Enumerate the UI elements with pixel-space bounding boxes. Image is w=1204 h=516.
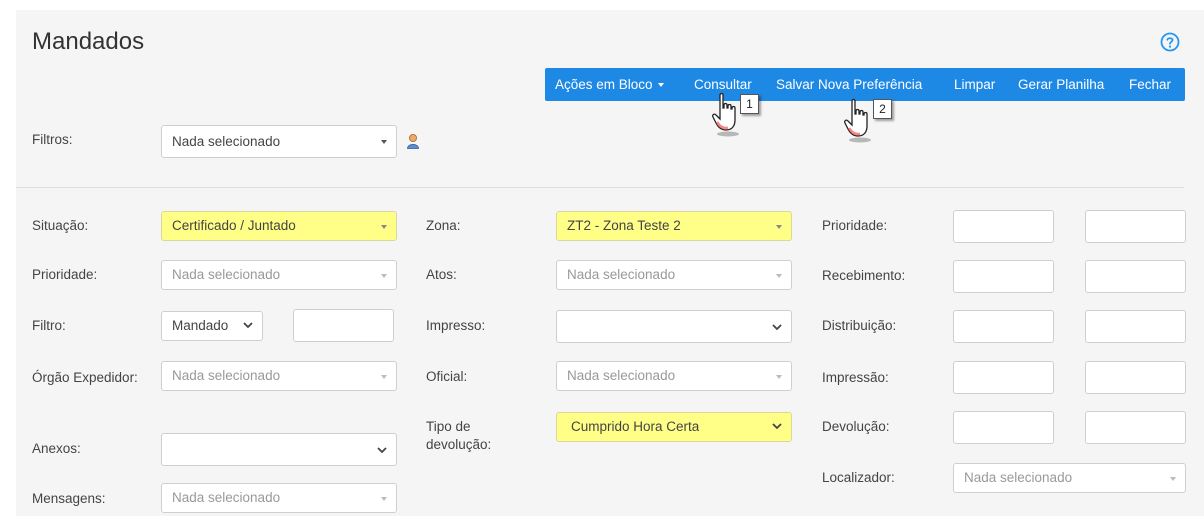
filtro-label: Filtro: xyxy=(32,318,66,333)
user-icon[interactable] xyxy=(406,133,420,149)
filtros-label: Filtros: xyxy=(32,132,73,147)
caret-down-icon xyxy=(381,497,387,501)
devolucao-label: Devolução: xyxy=(822,419,890,434)
devolucao-from-input[interactable] xyxy=(953,411,1054,444)
tipo-devolucao-label: Tipo de devolução: xyxy=(426,419,492,452)
impressao-to-input[interactable] xyxy=(1085,361,1186,394)
prioridade-to-input[interactable] xyxy=(1085,210,1186,243)
chevron-down-icon xyxy=(377,447,387,454)
atos-select[interactable]: Nada selecionado xyxy=(556,260,792,290)
hand-pointer-icon xyxy=(712,92,739,137)
distribuicao-from-input[interactable] xyxy=(953,310,1054,343)
distribuicao-to-input[interactable] xyxy=(1085,310,1186,343)
caret-down-icon xyxy=(1170,477,1176,481)
salvar-nova-preferencia-button[interactable]: Salvar Nova Preferência xyxy=(776,77,922,92)
chevron-down-icon xyxy=(772,324,782,331)
caret-down-icon xyxy=(381,225,387,229)
recebimento-to-input[interactable] xyxy=(1085,260,1186,293)
orgao-expedidor-label: Órgão Expedidor: xyxy=(32,370,138,385)
filtro-select[interactable]: Mandado xyxy=(161,311,263,341)
caret-down-icon xyxy=(776,274,782,278)
situacao-label: Situação: xyxy=(32,218,89,233)
recebimento-label: Recebimento: xyxy=(822,268,906,283)
mensagens-select[interactable]: Nada selecionado xyxy=(161,483,397,513)
action-toolbar: Ações em Bloco Consultar Salvar Nova Pre… xyxy=(545,68,1185,101)
caret-down-icon xyxy=(381,375,387,379)
fechar-button[interactable]: Fechar xyxy=(1129,77,1171,92)
impresso-label: Impresso: xyxy=(426,318,486,333)
zona-select[interactable]: ZT2 - Zona Teste 2 xyxy=(556,211,792,241)
caret-down-icon xyxy=(381,140,387,144)
limpar-button[interactable]: Limpar xyxy=(954,77,995,92)
caret-down-icon xyxy=(658,83,665,88)
devolucao-to-input[interactable] xyxy=(1085,411,1186,444)
consultar-button[interactable]: Consultar xyxy=(694,77,752,92)
anexos-select[interactable] xyxy=(161,433,397,466)
help-circle-icon[interactable] xyxy=(1160,32,1180,52)
situacao-select[interactable]: Certificado / Juntado xyxy=(161,211,397,241)
prioridade-range-label: Prioridade: xyxy=(822,218,888,233)
impressao-from-input[interactable] xyxy=(953,361,1054,394)
gerar-planilha-button[interactable]: Gerar Planilha xyxy=(1018,77,1104,92)
filtro-value-input[interactable] xyxy=(293,309,394,342)
annotation-badge-2: 2 xyxy=(873,99,892,119)
impressao-label: Impressão: xyxy=(822,370,889,385)
orgao-expedidor-select[interactable]: Nada selecionado xyxy=(161,361,397,391)
section-divider xyxy=(16,187,1184,188)
annotation-badge-1: 1 xyxy=(740,94,759,114)
oficial-select[interactable]: Nada selecionado xyxy=(556,361,792,391)
recebimento-from-input[interactable] xyxy=(953,260,1054,293)
prioridade-from-input[interactable] xyxy=(953,210,1054,243)
filtros-select[interactable]: Nada selecionado xyxy=(161,125,397,158)
hand-pointer-icon xyxy=(844,98,871,143)
distribuicao-label: Distribuição: xyxy=(822,318,897,333)
impresso-select[interactable] xyxy=(556,310,792,343)
anexos-label: Anexos: xyxy=(32,441,81,456)
atos-label: Atos: xyxy=(426,267,457,282)
caret-down-icon xyxy=(776,375,782,379)
caret-down-icon xyxy=(381,274,387,278)
prioridade-label: Prioridade: xyxy=(32,267,98,282)
oficial-label: Oficial: xyxy=(426,369,468,384)
tipo-devolucao-select[interactable]: Cumprido Hora Certa xyxy=(556,412,792,442)
caret-down-icon xyxy=(776,225,782,229)
page-title: Mandados xyxy=(32,28,145,55)
mensagens-label: Mensagens: xyxy=(32,491,106,506)
acoes-em-bloco-button[interactable]: Ações em Bloco xyxy=(555,77,665,92)
localizador-select[interactable]: Nada selecionado xyxy=(953,463,1186,493)
zona-label: Zona: xyxy=(426,218,461,233)
localizador-label: Localizador: xyxy=(822,470,895,485)
chevron-down-icon xyxy=(772,423,782,430)
chevron-down-icon xyxy=(243,322,253,329)
prioridade-select[interactable]: Nada selecionado xyxy=(161,260,397,290)
